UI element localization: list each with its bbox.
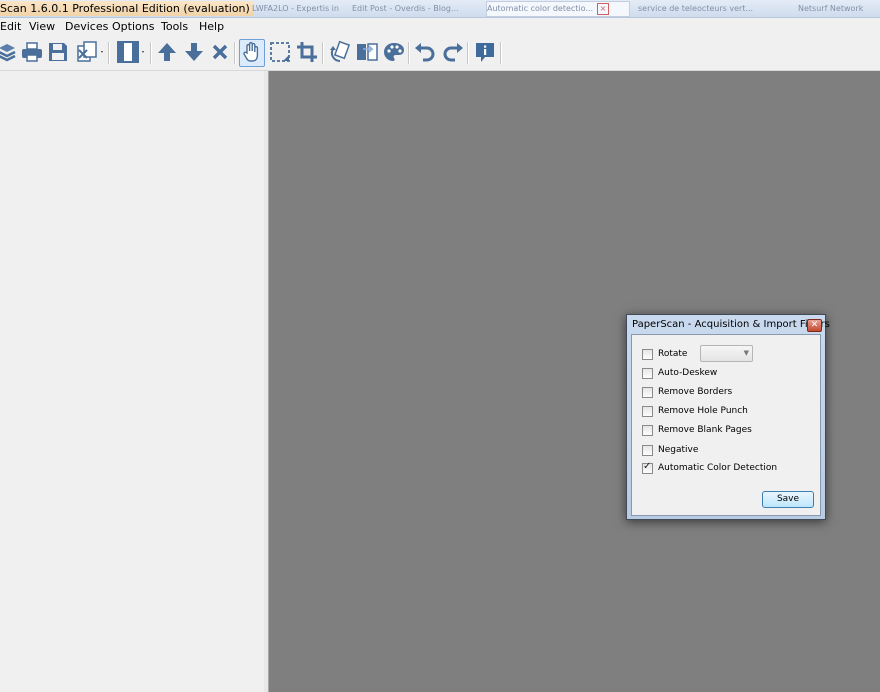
background-tab-1-label: LWFA2LO - Expertis in abo... xyxy=(252,4,342,13)
auto-deskew-label: Auto-Deskew xyxy=(658,368,718,378)
export-icon xyxy=(75,40,105,67)
print-button[interactable] xyxy=(19,39,45,67)
select-region-icon xyxy=(268,40,292,67)
pan-hand-icon xyxy=(240,40,264,67)
remove-hole-punch-checkbox[interactable] xyxy=(642,405,653,417)
dialog-body: Rotate ▼ Auto-Deskew Remove Borders Remo… xyxy=(631,334,821,516)
auto-deskew-option: Auto-Deskew xyxy=(642,366,717,380)
menu-devices[interactable]: Devices xyxy=(65,20,108,34)
crop-button[interactable] xyxy=(294,39,320,67)
acquisition-filters-dialog: PaperScan - Acquisition & Import Filters… xyxy=(626,314,830,520)
menu-bar: Edit View Devices Options Tools Help xyxy=(0,18,880,36)
automatic-color-detection-label: Automatic Color Detection xyxy=(658,463,778,473)
background-tab-2[interactable]: Edit Post - Overdis - Blog... xyxy=(352,2,462,16)
undo-icon xyxy=(413,40,437,67)
delete-icon xyxy=(208,40,232,67)
select-region-button[interactable] xyxy=(267,39,293,67)
background-tab-2-label: Edit Post - Overdis - Blog... xyxy=(352,4,459,13)
rotate-button[interactable] xyxy=(327,39,353,67)
crop-icon xyxy=(295,40,319,67)
info-icon xyxy=(473,40,497,67)
toolbar-separator xyxy=(467,42,469,64)
save-button[interactable] xyxy=(45,39,71,67)
background-tab-4[interactable]: service de teleocteurs vert... xyxy=(638,2,768,16)
flip-icon xyxy=(355,40,379,67)
undo-button[interactable] xyxy=(412,39,438,67)
negative-checkbox[interactable] xyxy=(642,444,653,456)
dialog-title: PaperScan - Acquisition & Import Filters xyxy=(632,319,830,330)
rotate-label: Rotate xyxy=(658,349,688,359)
menu-help[interactable]: Help xyxy=(199,20,224,34)
toolbar-separator xyxy=(234,42,236,64)
pan-hand-button[interactable] xyxy=(239,39,265,67)
menu-edit[interactable]: Edit xyxy=(0,20,21,34)
remove-hole-punch-label: Remove Hole Punch xyxy=(658,406,748,416)
move-up-icon xyxy=(155,40,179,67)
rotate-checkbox[interactable] xyxy=(642,348,653,360)
close-icon[interactable]: ✕ xyxy=(807,319,822,332)
menu-tools[interactable]: Tools xyxy=(161,20,188,34)
rotate-icon xyxy=(328,40,352,67)
flip-button[interactable] xyxy=(354,39,380,67)
save-icon xyxy=(46,40,70,67)
info-button[interactable] xyxy=(472,39,498,67)
move-down-icon xyxy=(182,40,206,67)
acquire-button[interactable] xyxy=(0,39,20,67)
remove-blank-pages-option: Remove Blank Pages xyxy=(642,423,752,437)
background-tab-5-label: Netsurf Network xyxy=(798,4,864,13)
menu-options[interactable]: Options xyxy=(112,20,154,34)
background-tab-4-label: service de teleocteurs vert... xyxy=(638,4,754,13)
save-button[interactable]: Save xyxy=(762,491,814,508)
window-title: Scan 1.6.0.1 Professional Edition (evalu… xyxy=(0,1,254,16)
chevron-down-icon: ▼ xyxy=(743,349,749,357)
title-bar: Scan 1.6.0.1 Professional Edition (evalu… xyxy=(0,0,880,18)
negative-option: Negative xyxy=(642,443,698,457)
negative-label: Negative xyxy=(658,445,699,455)
toolbar-separator xyxy=(408,42,410,64)
page-layout-icon xyxy=(116,40,146,67)
remove-borders-checkbox[interactable] xyxy=(642,386,653,398)
toolbar xyxy=(0,36,880,71)
acquire-icon xyxy=(0,40,19,67)
close-icon[interactable]: × xyxy=(597,2,610,15)
color-palette-icon xyxy=(382,40,406,67)
remove-borders-option: Remove Borders xyxy=(642,385,732,399)
page-layout-button[interactable] xyxy=(114,39,148,67)
toolbar-separator xyxy=(150,42,152,64)
thumbnail-panel[interactable] xyxy=(0,71,264,692)
delete-button[interactable] xyxy=(207,39,233,67)
print-icon xyxy=(20,40,44,67)
move-up-button[interactable] xyxy=(154,39,180,67)
background-tab-3[interactable]: Automatic color detectio... × xyxy=(486,1,630,17)
automatic-color-detection-option: Automatic Color Detection xyxy=(642,461,777,475)
rotate-dropdown[interactable]: ▼ xyxy=(700,345,753,362)
rotate-option: Rotate xyxy=(642,347,687,361)
move-down-button[interactable] xyxy=(181,39,207,67)
redo-icon xyxy=(441,40,465,67)
automatic-color-detection-checkbox[interactable] xyxy=(642,461,653,474)
menu-view[interactable]: View xyxy=(29,20,55,34)
toolbar-separator xyxy=(322,42,324,64)
remove-borders-label: Remove Borders xyxy=(658,387,733,397)
background-tab-1[interactable]: LWFA2LO - Expertis in abo... xyxy=(252,2,342,16)
remove-hole-punch-option: Remove Hole Punch xyxy=(642,404,748,418)
export-button[interactable] xyxy=(73,39,107,67)
background-tab-5[interactable]: Netsurf Network xyxy=(798,2,878,16)
color-palette-button[interactable] xyxy=(381,39,407,67)
redo-button[interactable] xyxy=(440,39,466,67)
remove-blank-pages-checkbox[interactable] xyxy=(642,424,653,436)
background-tab-3-label: Automatic color detectio... xyxy=(487,4,594,13)
toolbar-separator xyxy=(108,42,110,64)
remove-blank-pages-label: Remove Blank Pages xyxy=(658,425,752,435)
auto-deskew-checkbox[interactable] xyxy=(642,367,653,379)
toolbar-separator xyxy=(500,42,502,64)
